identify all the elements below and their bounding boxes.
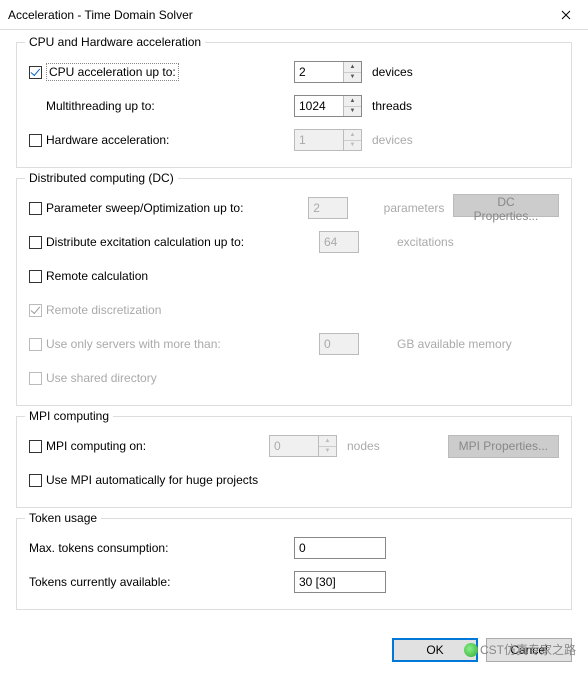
dc-properties-button: DC Properties... <box>453 194 559 217</box>
distribute-exc-label: Distribute excitation calculation up to: <box>46 235 244 249</box>
spin-down-icon: ▼ <box>344 141 361 151</box>
use-servers-unit: GB available memory <box>389 337 529 351</box>
mpi-auto-checkbox[interactable] <box>29 474 42 487</box>
remote-calc-label: Remote calculation <box>46 269 148 283</box>
dialog-footer: OK Cancel CST仿真专家之路 <box>0 628 588 662</box>
ok-button[interactable]: OK <box>392 638 478 662</box>
hw-accel-unit: devices <box>364 133 464 147</box>
shared-dir-label: Use shared directory <box>46 371 157 385</box>
mpi-on-unit: nodes <box>339 439 399 453</box>
mpi-on-input: ▲▼ <box>269 435 337 457</box>
hw-accel-checkbox[interactable] <box>29 134 42 147</box>
cancel-button[interactable]: Cancel <box>486 638 572 662</box>
remote-calc-checkbox[interactable] <box>29 270 42 283</box>
tokens-avail-input <box>294 571 386 593</box>
spin-up-icon[interactable]: ▲ <box>344 62 361 73</box>
row-use-servers: Use only servers with more than: GB avai… <box>29 329 559 359</box>
remote-disc-checkbox <box>29 304 42 317</box>
max-tokens-input[interactable] <box>294 537 386 559</box>
hw-accel-input: ▲▼ <box>294 129 362 151</box>
param-sweep-value <box>309 198 345 218</box>
multithread-value[interactable] <box>295 96 343 116</box>
param-sweep-unit: parameters <box>376 201 453 215</box>
titlebar: Acceleration - Time Domain Solver <box>0 0 588 30</box>
row-param-sweep: Parameter sweep/Optimization up to: para… <box>29 193 559 223</box>
mpi-on-checkbox[interactable] <box>29 440 42 453</box>
param-sweep-input <box>308 197 348 219</box>
max-tokens-label: Max. tokens consumption: <box>29 541 168 555</box>
group-title-mpi: MPI computing <box>25 409 113 423</box>
group-cpu-hardware: CPU and Hardware acceleration CPU accele… <box>16 42 572 168</box>
distribute-exc-value <box>320 232 356 252</box>
row-tokens-avail: Tokens currently available: <box>29 567 559 597</box>
row-remote-disc: Remote discretization <box>29 295 559 325</box>
spin-down-icon[interactable]: ▼ <box>344 107 361 117</box>
close-button[interactable] <box>543 0 588 30</box>
use-servers-label: Use only servers with more than: <box>46 337 221 351</box>
mpi-on-value <box>270 436 318 456</box>
close-icon <box>561 10 571 20</box>
cpu-accel-label: CPU acceleration up to: <box>46 63 179 81</box>
use-servers-input <box>319 333 359 355</box>
row-shared-dir: Use shared directory <box>29 363 559 393</box>
distribute-exc-checkbox[interactable] <box>29 236 42 249</box>
distribute-exc-unit: excitations <box>389 235 489 249</box>
group-distributed-computing: Distributed computing (DC) Parameter swe… <box>16 178 572 406</box>
row-mpi-auto: Use MPI automatically for huge projects <box>29 465 559 495</box>
group-title-cpu: CPU and Hardware acceleration <box>25 35 205 49</box>
distribute-exc-input <box>319 231 359 253</box>
mpi-properties-button: MPI Properties... <box>448 435 559 458</box>
multithread-label: Multithreading up to: <box>46 99 155 113</box>
cpu-accel-value[interactable] <box>295 62 343 82</box>
row-cpu-accel: CPU acceleration up to: ▲▼ devices <box>29 57 559 87</box>
param-sweep-checkbox[interactable] <box>29 202 42 215</box>
window-title: Acceleration - Time Domain Solver <box>8 8 543 22</box>
param-sweep-label: Parameter sweep/Optimization up to: <box>46 201 243 215</box>
group-title-dc: Distributed computing (DC) <box>25 171 178 185</box>
spin-up-icon: ▲ <box>344 130 361 141</box>
use-servers-value <box>320 334 356 354</box>
spin-down-icon: ▼ <box>319 447 336 457</box>
hw-accel-value <box>295 130 343 150</box>
multithread-unit: threads <box>364 99 464 113</box>
group-mpi-computing: MPI computing MPI computing on: ▲▼ nodes… <box>16 416 572 508</box>
mpi-auto-label: Use MPI automatically for huge projects <box>46 473 258 487</box>
shared-dir-checkbox <box>29 372 42 385</box>
row-remote-calc: Remote calculation <box>29 261 559 291</box>
row-mpi-on: MPI computing on: ▲▼ nodes MPI Propertie… <box>29 431 559 461</box>
spin-up-icon: ▲ <box>319 436 336 447</box>
row-distribute-excitation: Distribute excitation calculation up to:… <box>29 227 559 257</box>
cpu-accel-checkbox[interactable] <box>29 66 42 79</box>
use-servers-checkbox <box>29 338 42 351</box>
row-multithread: Multithreading up to: ▲▼ threads <box>29 91 559 121</box>
remote-disc-label: Remote discretization <box>46 303 161 317</box>
group-title-token: Token usage <box>25 511 101 525</box>
spin-up-icon[interactable]: ▲ <box>344 96 361 107</box>
cpu-accel-unit: devices <box>364 65 464 79</box>
row-hw-accel: Hardware acceleration: ▲▼ devices <box>29 125 559 155</box>
group-token-usage: Token usage Max. tokens consumption: Tok… <box>16 518 572 610</box>
hw-accel-label: Hardware acceleration: <box>46 133 169 147</box>
tokens-avail-label: Tokens currently available: <box>29 575 170 589</box>
mpi-on-label: MPI computing on: <box>46 439 146 453</box>
cpu-accel-input[interactable]: ▲▼ <box>294 61 362 83</box>
spin-down-icon[interactable]: ▼ <box>344 73 361 83</box>
row-max-tokens: Max. tokens consumption: <box>29 533 559 563</box>
multithread-input[interactable]: ▲▼ <box>294 95 362 117</box>
